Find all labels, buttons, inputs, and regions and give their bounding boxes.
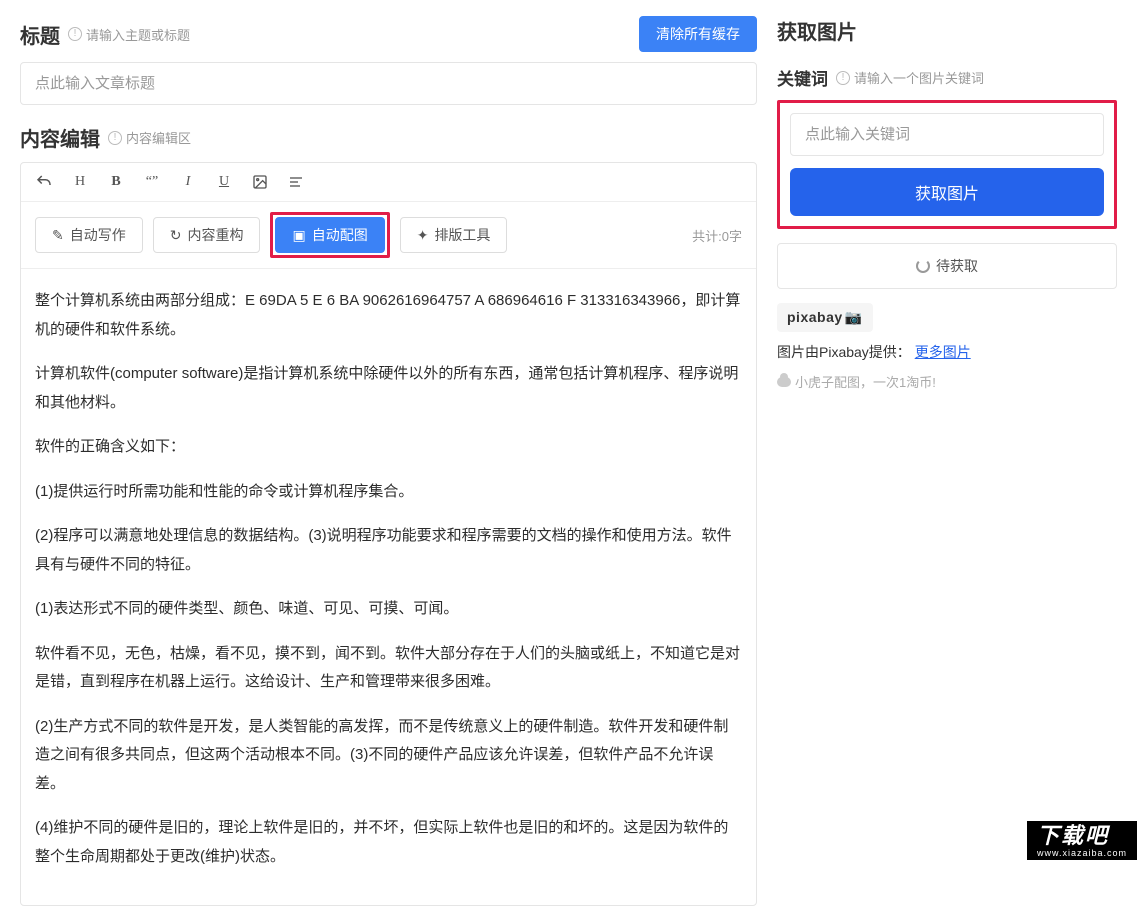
- highlight-keyword-box: 获取图片: [777, 100, 1117, 229]
- title-label: 标题: [20, 20, 60, 49]
- provider-line: 图片由Pixabay提供： 更多图片: [777, 342, 1117, 362]
- paragraph: 整个计算机系统由两部分组成：E 69DA 5 E 6 BA 9062616964…: [35, 287, 742, 344]
- paragraph: 计算机软件(computer software)是指计算机系统中除硬件以外的所有…: [35, 360, 742, 417]
- paragraph: 软件看不见，无色，枯燥，看不见，摸不到，闻不到。软件大部分存在于人们的头脑或纸上…: [35, 640, 742, 697]
- paragraph: (4)维护不同的硬件是旧的，理论上软件是旧的，并不坏，但实际上软件也是旧的和坏的…: [35, 814, 742, 871]
- highlight-auto-image: ▣ 自动配图: [270, 212, 389, 258]
- pixabay-badge: pixabay📷: [777, 303, 873, 332]
- undo-icon[interactable]: [35, 173, 53, 191]
- footer-hint: 小虎子配图，一次1淘币!: [777, 372, 1117, 391]
- format-toolbar: H B “” I U: [21, 163, 756, 202]
- info-icon: !: [108, 131, 122, 145]
- content-rebuild-button[interactable]: ↻ 内容重构: [153, 217, 261, 253]
- get-image-title: 获取图片: [777, 16, 857, 45]
- heading-icon[interactable]: H: [71, 173, 89, 191]
- refresh-icon: ↻: [170, 227, 182, 244]
- editor-content[interactable]: 整个计算机系统由两部分组成：E 69DA 5 E 6 BA 9062616964…: [21, 269, 756, 905]
- title-section-header: 标题 ! 请输入主题或标题 清除所有缓存: [20, 16, 757, 52]
- editor-card: H B “” I U ✎ 自动写作 ↻ 内: [20, 162, 757, 906]
- wand-icon: ✦: [417, 227, 429, 244]
- auto-image-button[interactable]: ▣ 自动配图: [275, 217, 384, 253]
- word-count: 共计:0字: [692, 226, 742, 245]
- bold-icon[interactable]: B: [107, 173, 125, 191]
- layout-tool-button[interactable]: ✦ 排版工具: [400, 217, 508, 253]
- get-image-header: 获取图片: [777, 16, 1117, 45]
- spinner-icon: [916, 259, 930, 273]
- info-icon: !: [836, 71, 850, 85]
- keyword-label: 关键词: [777, 65, 828, 90]
- underline-icon[interactable]: U: [215, 173, 233, 191]
- more-images-link[interactable]: 更多图片: [915, 344, 971, 360]
- content-section-header: 内容编辑 ! 内容编辑区: [20, 123, 757, 152]
- pencil-icon: ✎: [52, 227, 64, 244]
- paragraph: (2)程序可以满意地处理信息的数据结构。(3)说明程序功能要求和程序需要的文档的…: [35, 522, 742, 579]
- pending-status: 待获取: [777, 243, 1117, 289]
- keyword-hint: ! 请输入一个图片关键词: [836, 68, 984, 87]
- paragraph: (2)生产方式不同的软件是开发，是人类智能的高发挥，而不是传统意义上的硬件制造。…: [35, 713, 742, 799]
- cloud-icon: [777, 377, 791, 387]
- camera-icon: 📷: [845, 309, 863, 325]
- action-toolbar: ✎ 自动写作 ↻ 内容重构 ▣ 自动配图 ✦ 排版工具 共计:0字: [21, 202, 756, 269]
- content-hint: ! 内容编辑区: [108, 128, 191, 147]
- get-image-button[interactable]: 获取图片: [790, 168, 1104, 216]
- align-left-icon[interactable]: [287, 173, 305, 191]
- paragraph: 软件的正确含义如下：: [35, 433, 742, 462]
- title-hint: ! 请输入主题或标题: [68, 25, 190, 44]
- article-title-input[interactable]: [20, 62, 757, 105]
- paragraph: (1)表达形式不同的硬件类型、颜色、味道、可见、可摸、可闻。: [35, 595, 742, 624]
- italic-icon[interactable]: I: [179, 173, 197, 191]
- layers-icon: ▣: [292, 227, 305, 244]
- keyword-input[interactable]: [790, 113, 1104, 156]
- image-icon[interactable]: [251, 173, 269, 191]
- quote-icon[interactable]: “”: [143, 173, 161, 191]
- paragraph: (1)提供运行时所需功能和性能的命令或计算机程序集合。: [35, 478, 742, 507]
- clear-cache-button[interactable]: 清除所有缓存: [639, 16, 757, 52]
- info-icon: !: [68, 27, 82, 41]
- watermark: 下载吧 www.xiazaiba.com: [1027, 821, 1137, 860]
- content-label: 内容编辑: [20, 123, 100, 152]
- keyword-header: 关键词 ! 请输入一个图片关键词: [777, 65, 1117, 90]
- auto-write-button[interactable]: ✎ 自动写作: [35, 217, 143, 253]
